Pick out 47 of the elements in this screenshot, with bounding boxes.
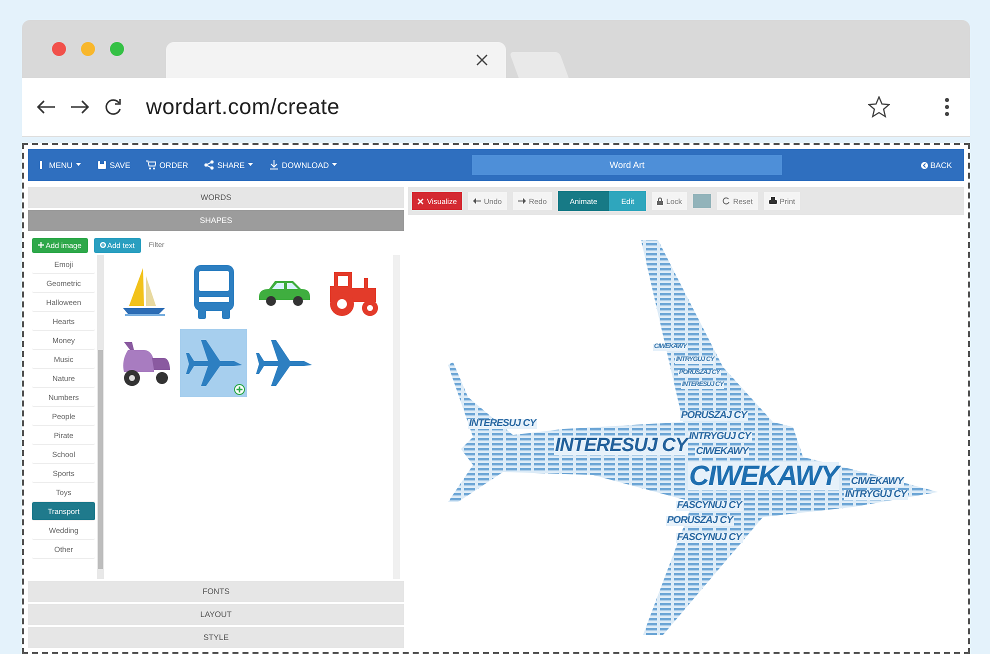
undo-icon [472,198,481,204]
color-swatch[interactable] [693,194,712,208]
redo-icon [518,198,526,204]
word-cloud-word: INTRYGUJ CY [688,432,752,442]
menu-item[interactable]: SHARE [202,160,255,170]
word-cloud-word: PORUSZAJ CY [680,411,748,421]
close-window-icon[interactable] [52,42,66,56]
star-icon[interactable] [868,96,890,118]
printer-icon [768,197,777,205]
back-circle-icon [921,162,928,168]
add-icon[interactable] [234,384,245,395]
cross-icon [417,198,424,204]
word-cloud-word: CIWEKAWY [850,477,904,487]
share-icon [204,160,214,170]
section-header[interactable]: FONTS [28,581,404,602]
reset-icon [722,197,730,205]
document-title[interactable]: Word Art [472,155,782,175]
menu-item[interactable]: SAVE [94,160,132,170]
word-cloud-word: CIWEKAWY [688,462,840,490]
section-header[interactable]: LAYOUT [28,604,404,625]
menu-item[interactable]: DOWNLOAD [266,160,339,170]
plus-icon [100,242,106,248]
save-icon [96,160,107,170]
lock-icon [657,197,664,205]
word-cloud-word: INTERESUJ CY [554,436,688,455]
airplane-icon [254,338,314,388]
menu-item[interactable]: ORDER [144,160,190,170]
word-cloud-word: INTRYGUJ CY [844,490,908,500]
word-cloud-word: FASCYNUJ CY [676,501,743,511]
word-cloud-word: FASCYNUJ CY [676,533,743,543]
reload-icon[interactable] [104,98,122,116]
menu-item[interactable]: MENU [34,160,83,170]
section-header[interactable]: WORDS [28,187,404,208]
back-arrow-icon[interactable] [36,99,56,115]
word-cloud-word: CIWEKAWY [695,447,750,457]
word-cloud-word: PORUSZAJ CY [666,516,734,526]
scrollbar[interactable] [97,255,104,579]
close-icon[interactable] [476,54,488,66]
section-header[interactable]: STYLE [28,627,404,648]
word-cloud-word: INTERESUJ CY [468,419,537,429]
shape-tile[interactable] [180,329,247,397]
airplane-icon [184,338,244,388]
forward-arrow-icon[interactable] [70,99,90,115]
download-icon [268,160,279,170]
more-menu-icon[interactable] [944,97,950,117]
plus-icon [38,242,44,248]
back-button[interactable]: BACK [915,160,958,170]
